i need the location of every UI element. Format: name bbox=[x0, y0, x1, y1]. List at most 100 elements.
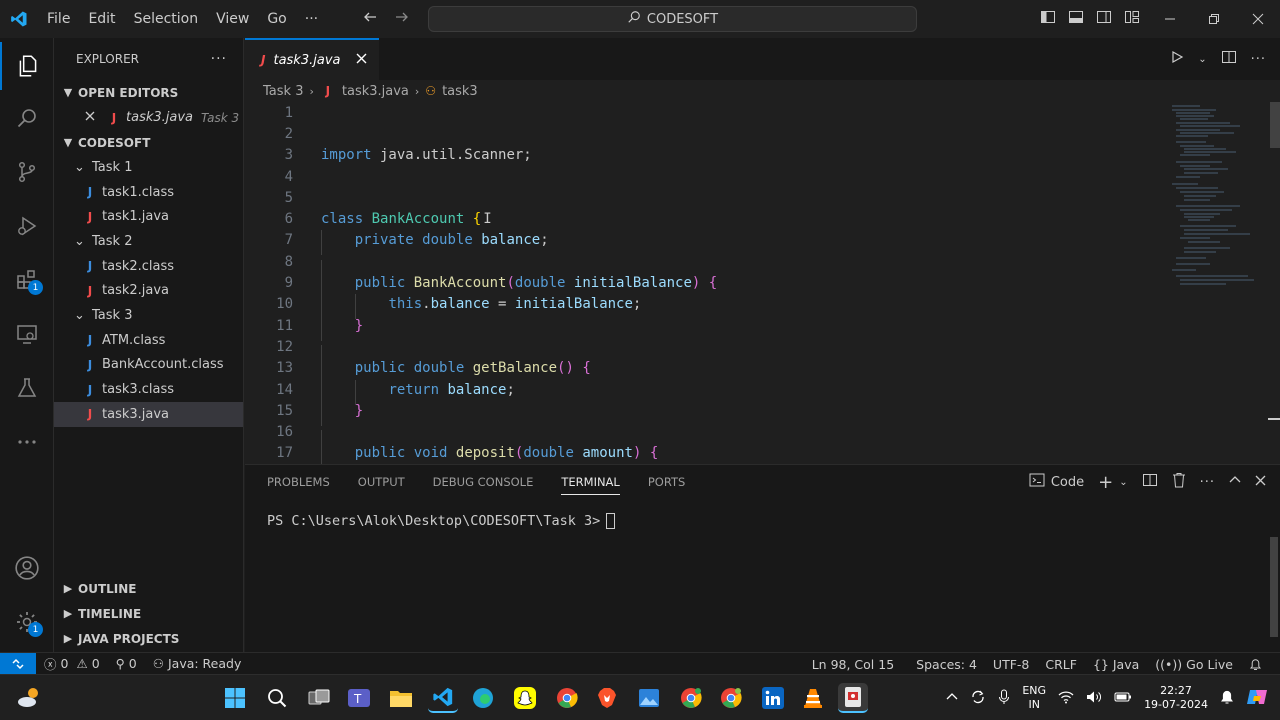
toggle-panel-icon[interactable] bbox=[1068, 9, 1084, 29]
file-task1-class[interactable]: J task1.class bbox=[54, 180, 243, 205]
toggle-secondary-sidebar-icon[interactable] bbox=[1096, 9, 1112, 29]
back-arrow-icon[interactable] bbox=[362, 9, 378, 29]
close-tab-icon[interactable] bbox=[356, 53, 367, 68]
terminal-selector[interactable]: Code bbox=[1029, 473, 1084, 491]
timeline-section[interactable]: ▶ TIMELINE bbox=[54, 601, 244, 626]
source-control-icon[interactable] bbox=[0, 148, 54, 196]
run-debug-icon[interactable] bbox=[0, 202, 54, 250]
split-terminal-icon[interactable] bbox=[1142, 472, 1158, 492]
folder-task-1[interactable]: ⌄ Task 1 bbox=[54, 155, 243, 180]
cursor-position[interactable]: Ln 98, Col 15 bbox=[804, 657, 902, 672]
microphone-icon[interactable] bbox=[998, 689, 1010, 708]
indentation[interactable]: Spaces: 4 bbox=[908, 657, 985, 672]
folder-task-3[interactable]: ⌄ Task 3 bbox=[54, 303, 243, 328]
tab-terminal[interactable]: TERMINAL bbox=[561, 475, 620, 495]
tab-task3-java[interactable]: J task3.java bbox=[245, 38, 379, 80]
maximize-panel-chevron-up-icon[interactable] bbox=[1229, 474, 1241, 490]
task-view-icon[interactable] bbox=[304, 683, 334, 713]
battery-icon[interactable] bbox=[1114, 691, 1132, 706]
workspace-section[interactable]: ▼ CODESOFT bbox=[54, 130, 243, 155]
editor-more-icon[interactable]: ··· bbox=[1251, 52, 1266, 67]
accounts-icon[interactable] bbox=[0, 544, 54, 592]
folder-task-2[interactable]: ⌄ Task 2 bbox=[54, 229, 243, 254]
taskbar-search-icon[interactable] bbox=[262, 683, 292, 713]
run-dropdown-chevron-icon[interactable]: ⌄ bbox=[1198, 54, 1206, 65]
copilot-icon[interactable] bbox=[1246, 687, 1268, 710]
split-editor-icon[interactable] bbox=[1221, 49, 1237, 69]
java-status[interactable]: ⚇ Java: Ready bbox=[145, 656, 250, 671]
end-of-line[interactable]: CRLF bbox=[1037, 657, 1085, 672]
file-task2-class[interactable]: J task2.class bbox=[54, 254, 243, 279]
terminal-dropdown-chevron-icon[interactable]: ⌄ bbox=[1119, 477, 1127, 488]
notifications-bell-icon[interactable] bbox=[1241, 658, 1270, 671]
brave-browser-icon[interactable] bbox=[592, 683, 622, 713]
chrome-secondary-icon[interactable] bbox=[716, 683, 746, 713]
pictures-app-icon[interactable] bbox=[634, 683, 664, 713]
menu-edit[interactable]: Edit bbox=[79, 0, 124, 38]
clock[interactable]: 22:27 19-07-2024 bbox=[1144, 684, 1208, 712]
vlc-player-icon[interactable] bbox=[798, 683, 828, 713]
wifi-icon[interactable] bbox=[1058, 690, 1074, 707]
snapchat-icon[interactable] bbox=[510, 683, 540, 713]
go-live-button[interactable]: ((•)) Go Live bbox=[1147, 657, 1241, 672]
weather-widget-icon[interactable] bbox=[14, 683, 44, 713]
remote-indicator-icon[interactable] bbox=[0, 652, 36, 675]
minimap[interactable] bbox=[1170, 102, 1270, 464]
close-editor-icon[interactable] bbox=[82, 110, 98, 125]
toggle-primary-sidebar-icon[interactable] bbox=[1040, 9, 1056, 29]
open-editors-section[interactable]: ▼ OPEN EDITORS bbox=[54, 80, 243, 105]
panel-more-icon[interactable]: ··· bbox=[1200, 475, 1215, 490]
trash-icon[interactable] bbox=[1172, 472, 1186, 492]
volume-icon[interactable] bbox=[1086, 690, 1102, 707]
file-task2-java[interactable]: J task2.java bbox=[54, 278, 243, 303]
breadcrumb-file[interactable]: task3.java bbox=[342, 84, 409, 99]
forward-arrow-icon[interactable] bbox=[394, 9, 410, 29]
input-language[interactable]: ENG IN bbox=[1022, 684, 1046, 712]
file-atm-class[interactable]: J ATM.class bbox=[54, 328, 243, 353]
testing-flask-icon[interactable] bbox=[0, 364, 54, 412]
command-center-search[interactable]: CODESOFT bbox=[428, 6, 917, 32]
restore-icon[interactable] bbox=[1192, 0, 1236, 38]
linkedin-icon[interactable] bbox=[758, 683, 788, 713]
screen-recorder-icon[interactable] bbox=[838, 683, 868, 713]
menu-file[interactable]: File bbox=[38, 0, 79, 38]
vscode-taskbar-icon[interactable] bbox=[428, 683, 458, 713]
menu-view[interactable]: View bbox=[207, 0, 258, 38]
file-task1-java[interactable]: J task1.java bbox=[54, 204, 243, 229]
open-editor-item[interactable]: J task3.java Task 3 bbox=[54, 105, 243, 130]
tray-overflow-chevron-up-icon[interactable] bbox=[946, 691, 958, 706]
run-icon[interactable] bbox=[1170, 50, 1184, 68]
problems-indicator[interactable]: ⓧ 0 ⚠ 0 bbox=[36, 654, 108, 673]
tab-ports[interactable]: PORTS bbox=[648, 475, 685, 489]
remote-explorer-icon[interactable] bbox=[0, 310, 54, 358]
file-task3-class[interactable]: J task3.class bbox=[54, 377, 243, 402]
tab-problems[interactable]: PROBLEMS bbox=[267, 475, 330, 489]
breadcrumb-symbol[interactable]: task3 bbox=[442, 84, 478, 99]
menu-go[interactable]: Go bbox=[258, 0, 295, 38]
teams-icon[interactable]: T bbox=[344, 683, 374, 713]
scrollbar-thumb[interactable] bbox=[1270, 102, 1280, 148]
java-projects-section[interactable]: ▶ JAVA PROJECTS bbox=[54, 626, 244, 651]
file-explorer-icon[interactable] bbox=[386, 683, 416, 713]
tab-debug-console[interactable]: DEBUG CONSOLE bbox=[433, 475, 534, 489]
manage-gear-icon[interactable]: 1 bbox=[0, 598, 54, 646]
start-windows-icon[interactable] bbox=[220, 683, 250, 713]
outline-section[interactable]: ▶ OUTLINE bbox=[54, 576, 244, 601]
code-editor[interactable]: 1 2 3 import java.util.Scanner; 4 5 6 clas… bbox=[245, 102, 1170, 464]
new-terminal-plus-icon[interactable]: + bbox=[1098, 472, 1113, 493]
file-bankaccount-class[interactable]: J BankAccount.class bbox=[54, 353, 243, 378]
more-views-icon[interactable] bbox=[0, 418, 54, 466]
terminal-output[interactable]: PS C:\Users\Alok\Desktop\CODESOFT\Task 3… bbox=[245, 499, 1280, 543]
edge-browser-icon[interactable] bbox=[468, 683, 498, 713]
chrome-profile-icon[interactable] bbox=[676, 683, 706, 713]
breadcrumb-folder[interactable]: Task 3 bbox=[263, 84, 303, 99]
close-panel-icon[interactable] bbox=[1255, 475, 1266, 490]
sync-icon[interactable] bbox=[970, 689, 986, 708]
customize-layout-icon[interactable] bbox=[1124, 9, 1140, 29]
close-window-icon[interactable] bbox=[1236, 0, 1280, 38]
menu-selection[interactable]: Selection bbox=[125, 0, 208, 38]
chrome-icon[interactable] bbox=[552, 683, 582, 713]
language-mode[interactable]: {} Java bbox=[1085, 657, 1147, 672]
search-sidebar-icon[interactable] bbox=[0, 94, 54, 142]
sidebar-more-icon[interactable]: ··· bbox=[211, 51, 227, 67]
